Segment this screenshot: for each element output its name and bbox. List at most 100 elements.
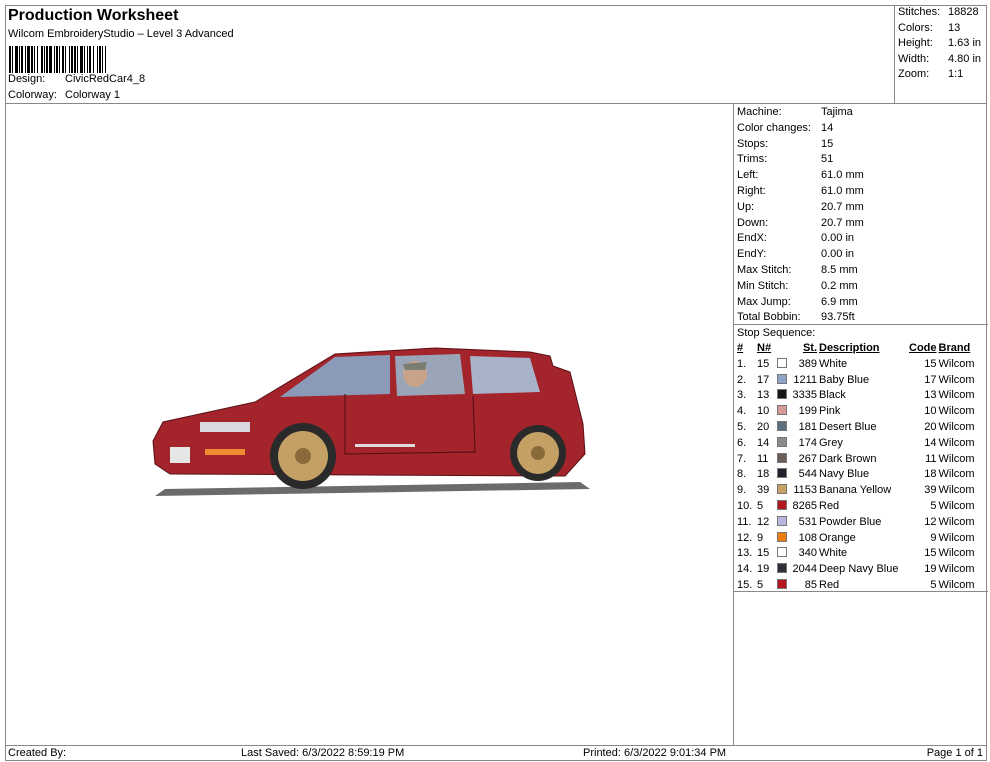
machine-label: EndY: <box>737 248 767 261</box>
stitch-count: 267 <box>798 452 817 465</box>
brand: Wilcom <box>938 420 975 433</box>
table-row: 3. 13 3335 Black 13 Wilcom <box>736 388 976 404</box>
brand: Wilcom <box>938 405 975 418</box>
color-description: White <box>819 547 848 560</box>
machine-label: EndX: <box>737 232 767 245</box>
machine-value: 8.5 mm <box>821 264 858 276</box>
color-swatch <box>777 357 787 368</box>
color-code: 17 <box>924 373 937 386</box>
color-code: 15 <box>924 357 937 370</box>
machine-label: Min Stitch: <box>737 279 789 292</box>
color-swatch <box>777 468 787 479</box>
stitch-count: 2044 <box>792 563 817 576</box>
brand: Wilcom <box>938 452 975 465</box>
design-row: Design: CivicRedCar4_8 <box>8 73 145 85</box>
page-number: Page 1 of 1 <box>926 747 983 759</box>
color-swatch-cell <box>776 531 788 547</box>
color-swatch-cell <box>776 546 788 562</box>
stitch-count: 199 <box>798 405 817 418</box>
stop-number: 11. <box>737 515 752 528</box>
machine-row: Right: 61.0 mm <box>737 183 864 199</box>
brand: Wilcom <box>938 357 975 370</box>
machine-value: Tajima <box>821 106 853 118</box>
color-swatch <box>777 531 787 542</box>
table-row: 7. 11 267 Dark Brown 11 Wilcom <box>736 452 976 468</box>
color-swatch-cell <box>776 467 788 483</box>
machine-label: Max Jump: <box>737 295 791 308</box>
col-description: Description <box>819 342 880 354</box>
colorway-name: Colorway 1 <box>65 89 121 101</box>
machine-row: EndY: 0.00 in <box>737 246 854 262</box>
color-swatch-cell <box>776 562 788 578</box>
stitch-count: 181 <box>798 420 817 433</box>
color-description: Navy Blue <box>819 468 870 481</box>
machine-value: 20.7 mm <box>821 200 864 213</box>
stop-sequence-table: # N# St. Description Code Brand 1. 15 389 W… <box>736 341 976 594</box>
needle-number: 13 <box>757 389 770 402</box>
table-row: 11. 12 531 Powder Blue 12 Wilcom <box>736 515 976 531</box>
needle-number: 9 <box>757 531 764 544</box>
machine-value: 20.7 mm <box>821 216 864 229</box>
color-swatch-cell <box>776 499 788 515</box>
table-row: 5. 20 181 Desert Blue 20 Wilcom <box>736 420 976 436</box>
machine-value: 15 <box>821 137 834 150</box>
machine-label: Down: <box>737 216 769 229</box>
needle-number: 19 <box>757 563 770 576</box>
needle-number: 14 <box>757 436 770 449</box>
color-swatch <box>777 420 787 431</box>
needle-number: 11 <box>757 452 769 465</box>
color-description: Orange <box>819 531 856 544</box>
color-swatch-cell <box>776 436 788 452</box>
stop-number: 1. <box>737 357 747 370</box>
color-swatch <box>777 499 787 510</box>
color-description: Pink <box>819 405 841 418</box>
table-row: 2. 17 1211 Baby Blue 17 Wilcom <box>736 373 976 389</box>
color-swatch-cell <box>776 515 788 531</box>
stop-number: 3. <box>737 389 747 402</box>
stat-value: 18828 <box>948 6 979 18</box>
machine-value: 0.00 in <box>821 232 855 245</box>
stitch-count: 1153 <box>793 484 817 497</box>
color-description: Baby Blue <box>819 373 870 386</box>
stop-number: 10. <box>737 499 753 512</box>
design-label: Design: <box>8 73 46 85</box>
table-row: 10. 5 8265 Red 5 Wilcom <box>736 499 976 515</box>
color-description: Dark Brown <box>819 452 877 465</box>
needle-number: 5 <box>757 499 764 512</box>
color-swatch <box>777 436 787 447</box>
brand: Wilcom <box>938 484 975 497</box>
stop-number: 13. <box>737 547 753 560</box>
needle-number: 17 <box>757 373 770 386</box>
last-saved: Last Saved: 6/3/2022 8:59:19 PM <box>241 747 405 759</box>
stat-row: Height: 1.63 in <box>898 37 981 49</box>
color-description: Red <box>819 499 840 512</box>
machine-row: Left: 61.0 mm <box>737 167 864 183</box>
stop-number: 6. <box>737 436 747 449</box>
stat-label: Stitches: <box>898 6 941 18</box>
worksheet-header: Production Worksheet Wilcom EmbroiderySt… <box>5 5 895 104</box>
stat-label: Width: <box>898 52 930 65</box>
stitch-count: 544 <box>798 468 817 481</box>
stop-number: 5. <box>737 420 747 433</box>
stat-value: 1:1 <box>948 68 964 81</box>
color-description: White <box>819 357 848 370</box>
table-row: 13. 15 340 White 15 Wilcom <box>736 546 976 562</box>
design-name: CivicRedCar4_8 <box>65 73 146 85</box>
stat-row: Width: 4.80 in <box>898 53 981 65</box>
stop-number: 7. <box>737 452 747 465</box>
col-stitches: St. <box>802 342 817 354</box>
color-swatch <box>777 373 787 384</box>
machine-value: 0.2 mm <box>821 279 858 292</box>
color-swatch <box>777 547 787 558</box>
machine-value: 61.0 mm <box>821 185 864 197</box>
machine-label: Color changes: <box>737 121 811 134</box>
machine-label: Total Bobbin: <box>737 311 801 324</box>
design-preview <box>5 104 733 745</box>
color-code: 13 <box>924 389 937 402</box>
stat-row: Zoom: 1:1 <box>898 68 963 80</box>
machine-label: Up: <box>737 200 755 213</box>
brand: Wilcom <box>938 563 975 576</box>
col-code: Code <box>909 342 937 354</box>
table-header: # N# St. Description Code Brand <box>736 341 976 357</box>
color-code: 14 <box>924 436 937 449</box>
